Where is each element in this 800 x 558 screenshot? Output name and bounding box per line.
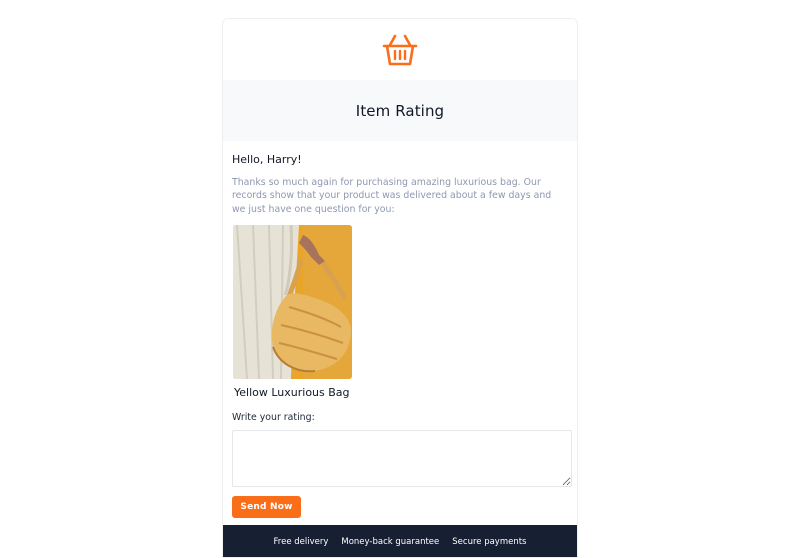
footer-link-delivery[interactable]: Free delivery [274,537,329,557]
page-title: Item Rating [355,101,445,120]
send-now-button[interactable]: Send Now [232,496,301,519]
greeting-text: Hello, Harry! [232,153,302,166]
title-band: Item Rating [223,80,577,141]
footer-link-payments[interactable]: Secure payments [452,537,526,557]
product-name: Yellow Luxurious Bag [234,386,350,400]
message-body: Hello, Harry! Thanks so much again for p… [223,141,577,519]
rating-input[interactable] [232,430,572,488]
footer: Free delivery Money-back guarantee Secur… [223,525,577,557]
rating-label: Write your rating: [232,412,315,424]
logo-row [223,19,577,80]
intro-text: Thanks so much again for purchasing amaz… [232,177,552,215]
email-card: Item Rating Hello, Harry! Thanks so much… [222,18,578,558]
footer-link-guarantee[interactable]: Money-back guarantee [341,537,439,557]
shopping-basket-icon [382,34,418,65]
product-image [233,225,352,380]
